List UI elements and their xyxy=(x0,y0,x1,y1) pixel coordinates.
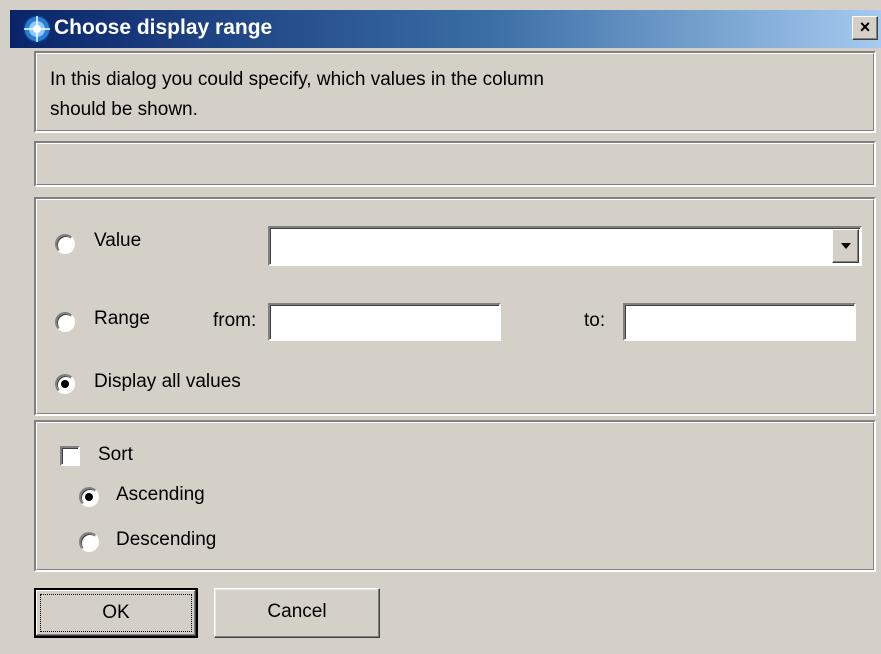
range-label: Range xyxy=(94,308,150,329)
to-input[interactable] xyxy=(623,303,856,341)
ok-button[interactable]: OK xyxy=(34,588,198,638)
display-all-label: Display all values xyxy=(94,371,241,392)
cancel-button-label: Cancel xyxy=(267,601,327,622)
descending-radio[interactable] xyxy=(79,532,99,552)
from-label: from: xyxy=(213,310,257,331)
ascending-label: Ascending xyxy=(116,484,205,505)
intro-text: In this dialog you could specify, which … xyxy=(50,65,830,125)
app-globe-icon xyxy=(23,15,51,43)
descending-label: Descending xyxy=(116,529,217,550)
focus-ring xyxy=(40,594,192,632)
intro-panel: In this dialog you could specify, which … xyxy=(34,51,876,133)
close-button[interactable]: × xyxy=(852,16,878,40)
dialog-window: Choose display range × In this dialog yo… xyxy=(0,0,881,654)
intro-line-2: should be shown. xyxy=(50,99,198,120)
ascending-radio[interactable] xyxy=(79,487,99,507)
chevron-down-icon[interactable] xyxy=(832,229,859,263)
from-input[interactable] xyxy=(268,303,501,341)
display-all-radio[interactable] xyxy=(55,374,75,394)
value-radio[interactable] xyxy=(55,234,75,254)
sort-checkbox[interactable] xyxy=(60,446,80,466)
status-panel xyxy=(34,141,876,187)
sort-label: Sort xyxy=(98,444,133,465)
value-label: Value xyxy=(94,230,142,251)
title-bar[interactable]: Choose display range × xyxy=(10,10,881,48)
cancel-button[interactable]: Cancel xyxy=(214,588,380,638)
range-radio[interactable] xyxy=(55,312,75,332)
intro-line-1: In this dialog you could specify, which … xyxy=(50,69,544,90)
value-combobox[interactable] xyxy=(268,226,862,266)
to-label: to: xyxy=(584,310,606,331)
window-title: Choose display range xyxy=(54,16,273,39)
